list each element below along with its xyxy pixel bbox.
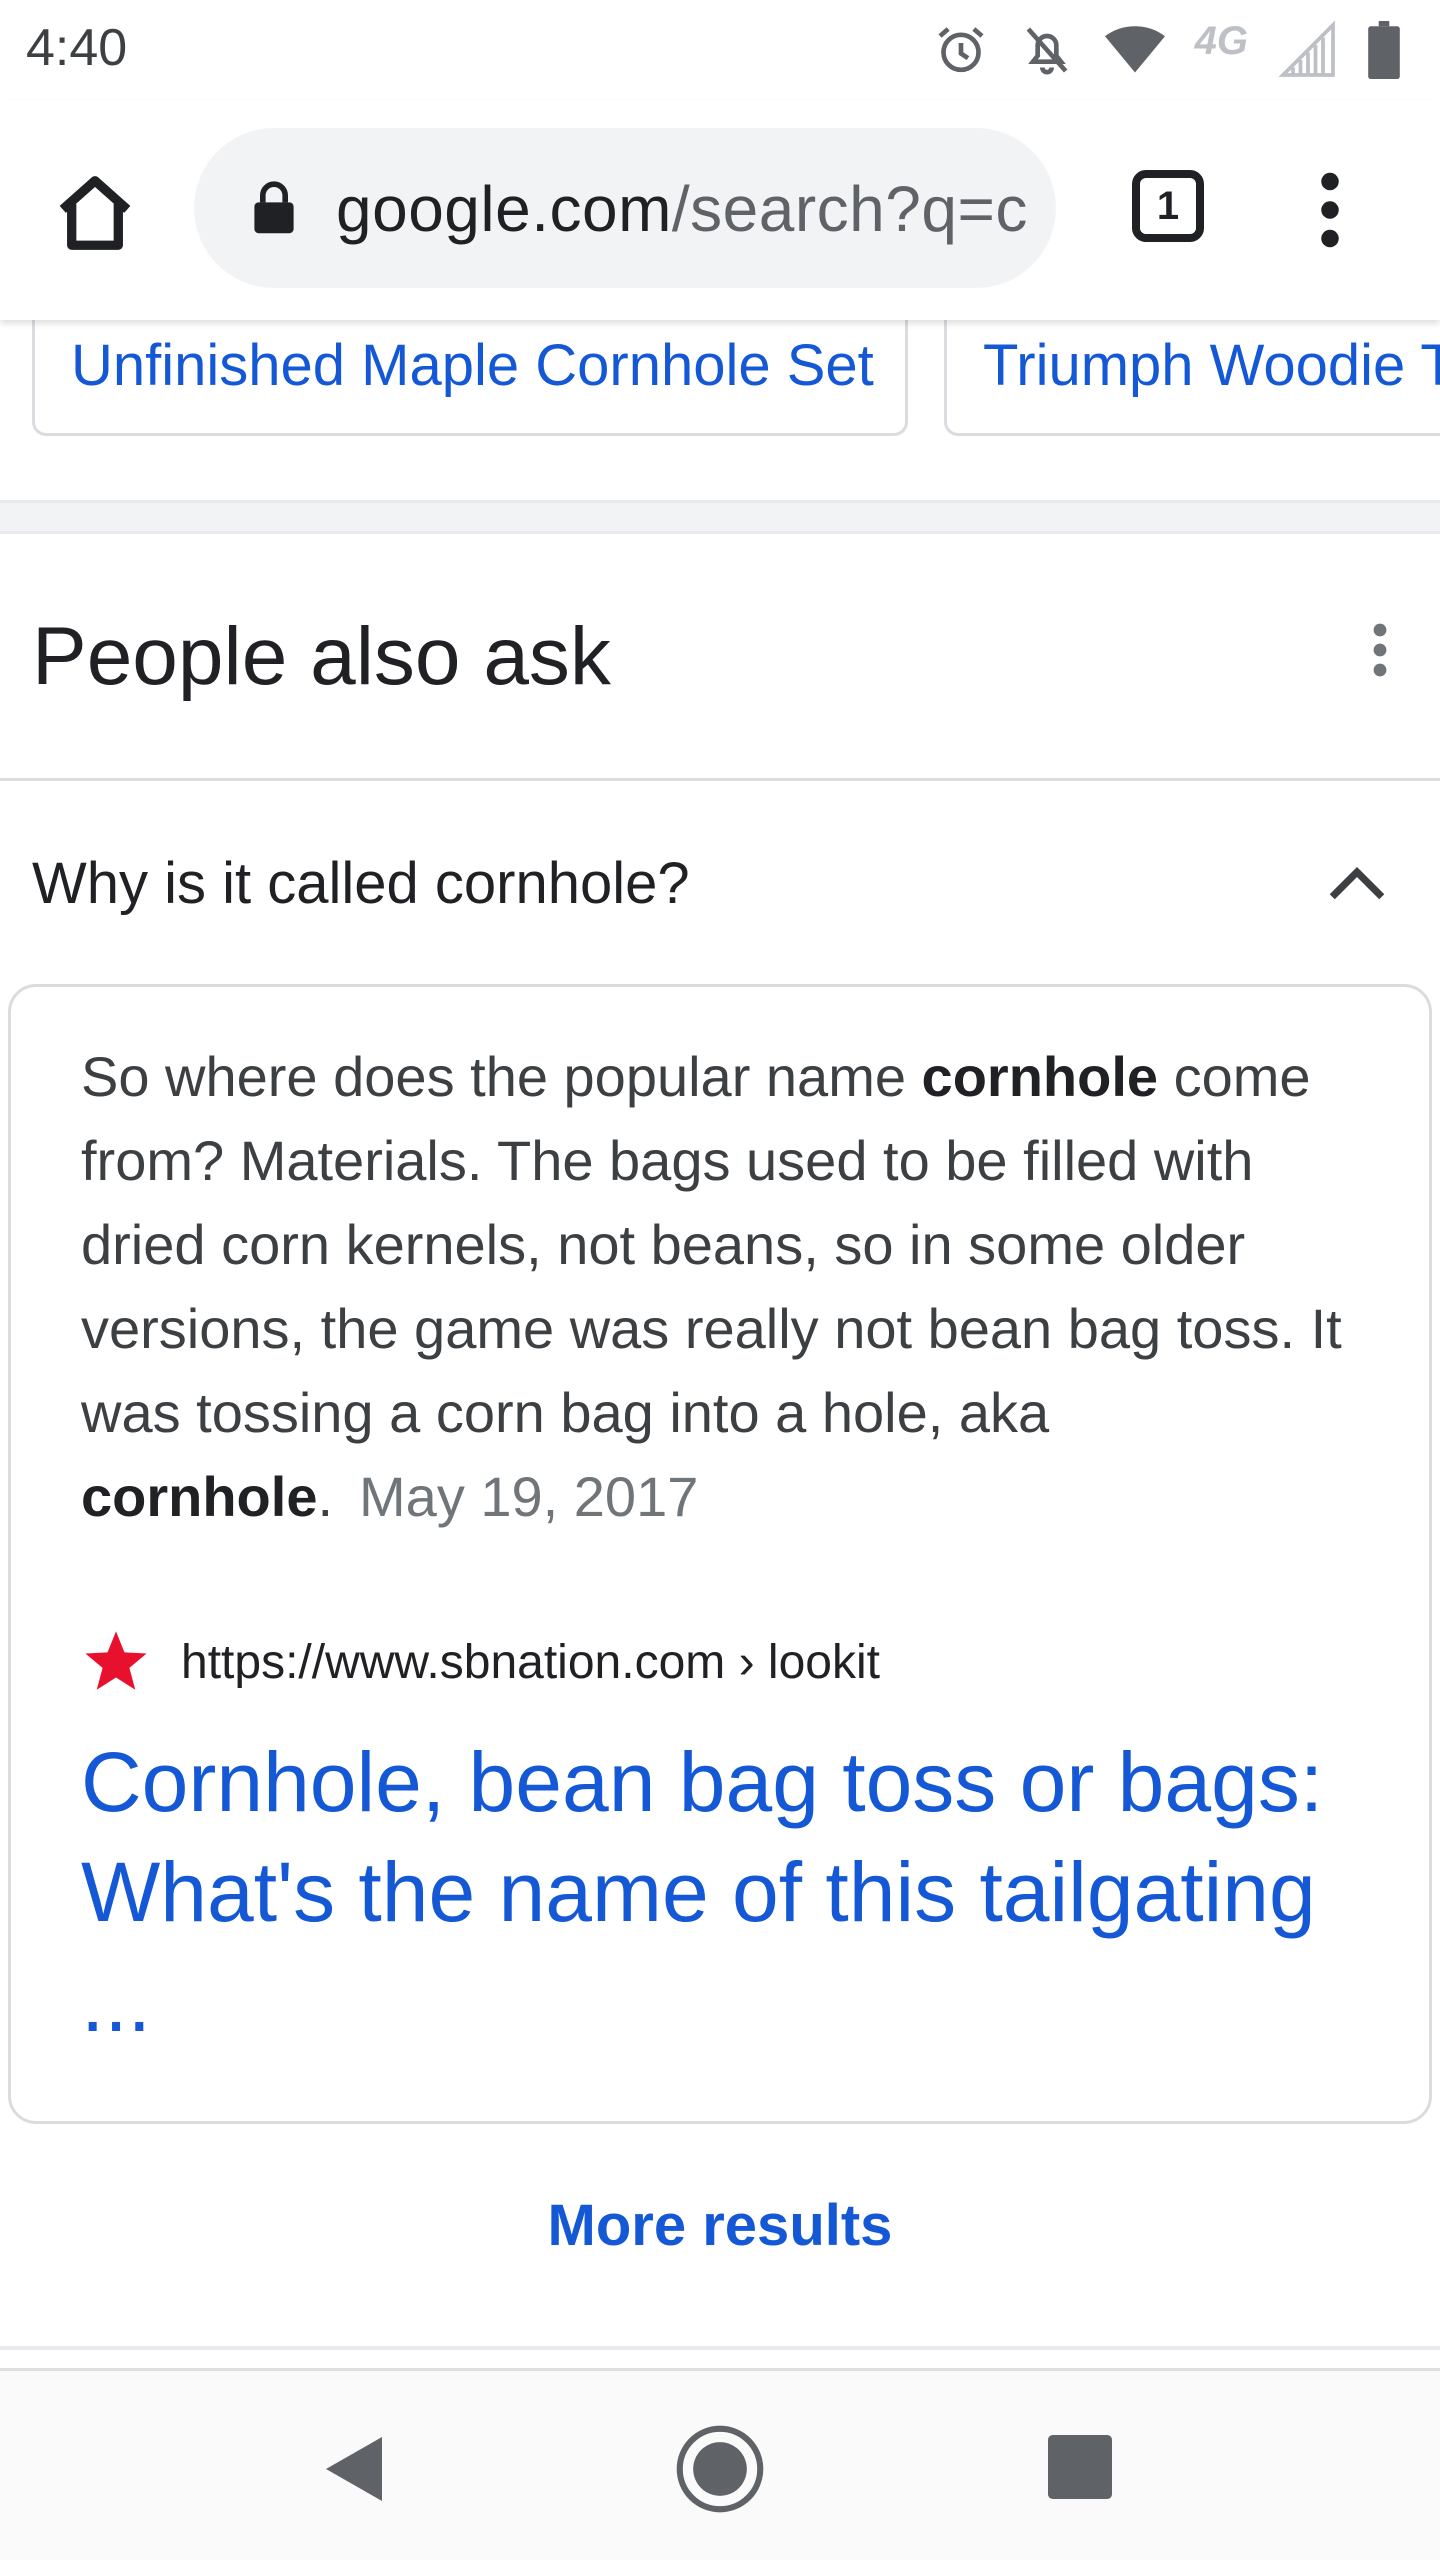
answer-date: May 19, 2017 [359, 1465, 699, 1528]
tab-count: 1 [1156, 183, 1180, 228]
more-vert-icon[interactable] [1310, 172, 1350, 248]
source-url: https://www.sbnation.com › lookit [181, 1635, 880, 1689]
answer-bold1: cornhole [921, 1045, 1159, 1108]
result-title-text: Cornhole, bean bag toss or bags: What's … [81, 1735, 1324, 2049]
navigation-bar [0, 2368, 1440, 2560]
status-bar: 4:40 4G [0, 0, 1440, 100]
home-nav-icon[interactable] [674, 2423, 766, 2515]
chevron-up-icon[interactable] [1324, 858, 1390, 908]
browser-toolbar: google.com/search?q=c 1 [0, 100, 1440, 320]
back-icon[interactable] [322, 2433, 386, 2505]
status-icons: 4G [933, 18, 1400, 82]
answer-snippet: So where does the popular name cornhole … [81, 1035, 1371, 1539]
chip-label: Triumph Woodie T [983, 333, 1440, 398]
chip-unfinished-maple-cornhole-set[interactable]: Unfinished Maple Cornhole Set [32, 320, 908, 436]
answer-part1: So where does the popular name [81, 1045, 922, 1108]
network-4g-icon: 4G [1194, 19, 1248, 63]
divider [0, 778, 1440, 781]
url-bar[interactable]: google.com/search?q=c [194, 128, 1056, 288]
related-search-chips: Unfinished Maple Cornhole Set Triumph Wo… [0, 320, 1440, 436]
source-line[interactable]: https://www.sbnation.com › lookit [81, 1627, 880, 1697]
sbnation-star-icon [85, 1631, 147, 1690]
divider [0, 2346, 1440, 2350]
notifications-off-icon [1026, 27, 1068, 75]
result-title-link[interactable]: Cornhole, bean bag toss or bags: What's … [81, 1727, 1381, 2057]
more-results-link[interactable]: More results [0, 2192, 1440, 2259]
answer-part3: . [317, 1465, 334, 1528]
status-time: 4:40 [26, 19, 128, 77]
alarm-icon [938, 27, 984, 73]
people-also-ask-heading: People also ask [32, 611, 611, 702]
wifi-icon [1104, 26, 1165, 73]
paa-question[interactable]: Why is it called cornhole? [32, 850, 690, 917]
home-icon[interactable] [52, 170, 138, 256]
answer-bold2: cornhole [81, 1465, 318, 1528]
recent-apps-icon[interactable] [1048, 2435, 1112, 2499]
section-divider [0, 500, 1440, 534]
signal-icon [1278, 20, 1335, 77]
chip-label: Unfinished Maple Cornhole Set [71, 333, 874, 398]
lock-icon [254, 181, 294, 234]
paa-more-options-icon[interactable] [1360, 620, 1400, 680]
url-path: /search?q=c [671, 173, 1028, 245]
answer-card: So where does the popular name cornhole … [8, 984, 1432, 2124]
chip-triumph-woodie[interactable]: Triumph Woodie T [944, 320, 1440, 436]
url-host: google.com [336, 173, 672, 245]
tab-switcher-button[interactable]: 1 [1132, 170, 1204, 242]
url-text[interactable]: google.com/search?q=c [336, 172, 1028, 246]
battery-icon [1368, 21, 1400, 79]
